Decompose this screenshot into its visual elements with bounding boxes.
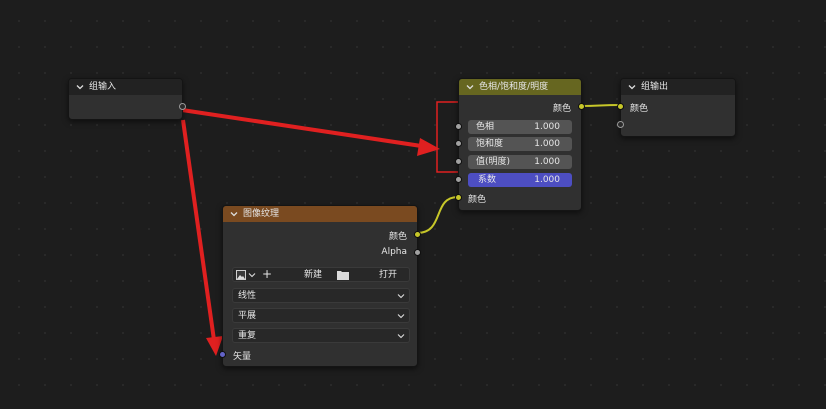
chevron-down-icon[interactable] — [229, 209, 239, 219]
hsv-header[interactable]: 色相/饱和度/明度 — [459, 79, 581, 95]
group-input-title: 组输入 — [89, 82, 117, 92]
projection-dropdown[interactable]: 平展 — [232, 308, 410, 323]
image-texture-title: 图像纹理 — [243, 209, 280, 219]
annotation-arrow-to-vector — [181, 119, 216, 341]
hsv-input-color-label: 颜色 — [468, 195, 487, 205]
chevron-down-icon — [397, 289, 405, 308]
annotation-arrow-to-hsv — [181, 108, 429, 149]
value-socket[interactable] — [455, 158, 462, 165]
group-output-color-socket[interactable] — [617, 103, 624, 110]
factor-socket[interactable] — [455, 176, 462, 183]
wire-hsv-to-output — [580, 104, 621, 107]
group-input-node[interactable]: 组输入 — [68, 78, 186, 120]
image-texture-header[interactable]: 图像纹理 — [223, 206, 417, 222]
hue-socket[interactable] — [455, 123, 462, 130]
group-input-header[interactable]: 组输入 — [69, 79, 182, 95]
group-input-empty-socket[interactable] — [179, 103, 186, 110]
group-output-header[interactable]: 组输出 — [621, 79, 735, 95]
chevron-down-icon[interactable] — [75, 82, 85, 92]
interpolation-dropdown[interactable]: 线性 — [232, 288, 410, 303]
chevron-down-icon — [397, 309, 405, 328]
hsv-output-color-label: 颜色 — [552, 104, 571, 114]
saturation-socket[interactable] — [455, 140, 462, 147]
extension-dropdown[interactable]: 重复 — [232, 328, 410, 343]
chevron-down-icon[interactable] — [465, 82, 475, 92]
image-output-color-label: 颜色 — [388, 232, 407, 242]
image-output-alpha-socket[interactable] — [414, 249, 421, 256]
plus-icon[interactable]: + — [262, 267, 272, 281]
value-field[interactable]: 值(明度) 1.000 — [468, 155, 572, 169]
chevron-down-icon[interactable] — [627, 82, 637, 92]
saturation-field[interactable]: 饱和度 1.000 — [468, 137, 572, 151]
new-image-button[interactable]: 新建 — [304, 268, 322, 282]
group-output-empty-socket[interactable] — [617, 121, 624, 128]
hsv-input-color-socket[interactable] — [455, 194, 462, 201]
vector-input-socket[interactable] — [219, 351, 226, 358]
chevron-down-icon — [397, 329, 405, 348]
image-output-alpha-label: Alpha — [381, 247, 407, 257]
image-texture-node[interactable]: 图像纹理 颜色 Alpha + 新建 打开 线性 平展 重复 矢量 — [219, 205, 421, 367]
vector-input-label: 矢量 — [233, 352, 252, 362]
group-output-node[interactable]: 组输出 颜色 — [617, 78, 736, 137]
open-image-button[interactable]: 打开 — [379, 268, 397, 282]
wire-image-to-hsv — [416, 196, 459, 234]
image-browse-icon[interactable] — [236, 270, 246, 280]
factor-field[interactable]: 系数 1.000 — [468, 173, 572, 187]
hsv-output-color-socket[interactable] — [578, 103, 585, 110]
group-output-color-label: 颜色 — [630, 104, 649, 114]
image-browse-dropdown-icon[interactable] — [248, 271, 256, 282]
folder-icon[interactable] — [337, 270, 349, 283]
hue-field[interactable]: 色相 1.000 — [468, 120, 572, 134]
group-output-title: 组输出 — [641, 82, 669, 92]
hsv-node[interactable]: 色相/饱和度/明度 颜色 色相 1.000 饱和度 1.000 值(明度) 1.… — [455, 78, 585, 211]
image-output-color-socket[interactable] — [414, 231, 421, 238]
hsv-title: 色相/饱和度/明度 — [479, 82, 549, 92]
image-selector-bar[interactable]: + 新建 打开 — [232, 267, 410, 282]
